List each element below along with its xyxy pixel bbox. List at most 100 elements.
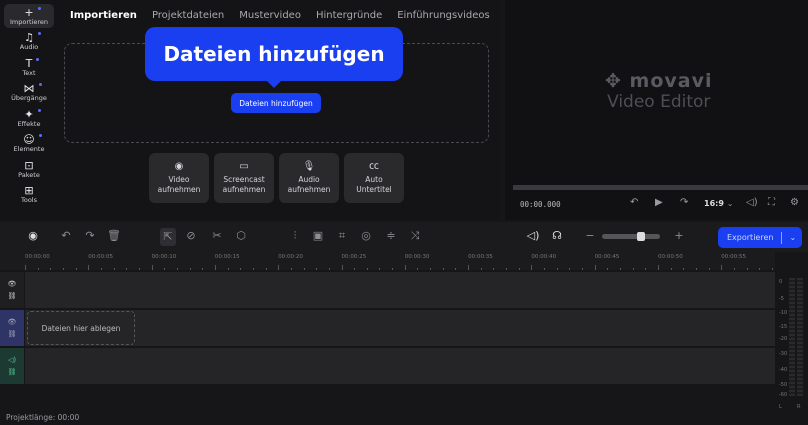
zoom-in-icon[interactable]: + (671, 229, 687, 242)
ruler-tick (126, 268, 128, 270)
captions-tool-icon[interactable]: ▣ (310, 229, 326, 242)
eye-icon[interactable]: 👁 (8, 318, 17, 326)
select-tool-icon[interactable]: ⇱ (160, 228, 176, 246)
text-icon: T (26, 57, 40, 69)
record-button-0[interactable]: ◉ Video aufnehmen (149, 153, 209, 203)
ruler-tick (417, 268, 419, 270)
track-header-1: 👁 ⛓ (0, 272, 24, 308)
ruler-tick (442, 268, 444, 270)
microphone-icon: 🎙 (302, 160, 316, 172)
undo-icon[interactable]: ↶ (58, 229, 74, 242)
movavi-logo: ✥ movavi Video Editor (605, 70, 713, 112)
meter-label: R (797, 404, 801, 410)
speed-icon[interactable]: ◎ (358, 229, 374, 242)
play-icon[interactable]: ▶ (655, 197, 663, 208)
ruler-tick (113, 268, 115, 270)
meter-bar-left (789, 278, 795, 396)
zoom-out-icon[interactable]: − (582, 229, 598, 242)
link-icon[interactable]: ⛓ (8, 368, 17, 376)
tab-0[interactable]: Importieren (70, 10, 137, 21)
transition-tool-icon[interactable]: ⤨ (407, 229, 423, 243)
ruler-tick (759, 268, 761, 270)
logo-mark-icon: ✥ (605, 70, 630, 92)
record-label-line1: Auto (365, 174, 383, 184)
sidebar-item-2[interactable]: T Text (4, 55, 54, 79)
preview-scrubber[interactable] (513, 185, 808, 190)
tab-1[interactable]: Projektdateien (152, 10, 224, 21)
track-header-3: ◁) ⛓ (0, 348, 24, 384)
ruler-tick (202, 268, 204, 270)
track-header-2: 👁 ⛓ (0, 310, 24, 346)
volume-icon[interactable]: ◁) (746, 197, 758, 208)
step-back-icon[interactable]: ↶ (630, 197, 638, 208)
ruler-tick (227, 268, 229, 270)
settings-icon[interactable]: ⚙ (790, 197, 799, 208)
ruler-label: 00:00:15 (214, 254, 240, 260)
logo-brand: movavi (629, 70, 713, 92)
record-button-3[interactable]: ㏄ Auto Untertitel (344, 153, 404, 203)
meter-label: -30 (779, 351, 788, 357)
ruler-tick (366, 268, 368, 270)
tab-2[interactable]: Mustervideo (239, 10, 301, 21)
export-button[interactable]: Exportieren ⌄ (718, 227, 802, 248)
record-button-1[interactable]: ▭ Screencast aufnehmen (214, 153, 274, 203)
meter-label: -15 (779, 324, 788, 330)
trash-icon[interactable]: 🗑 (106, 229, 122, 242)
sidebar-item-3[interactable]: ⋈ Übergänge (4, 81, 54, 105)
tab-4[interactable]: Einführungsvideos (397, 10, 490, 21)
sidebar-item-4[interactable]: ✦ Effekte (4, 106, 54, 130)
timeline-track-3[interactable] (25, 348, 775, 384)
record-label-line2: aufnehmen (222, 184, 266, 194)
cut-icon[interactable]: ✂ (209, 229, 225, 242)
marker-icon[interactable]: ⬡ (233, 229, 249, 242)
ruler-tick (354, 268, 356, 270)
add-files-tooltip: Dateien hinzufügen (145, 27, 403, 88)
sidebar-item-7[interactable]: ⊞ Tools (4, 183, 54, 207)
link-icon[interactable]: ⛓ (8, 330, 17, 338)
meter-label: 0 (779, 279, 783, 285)
zoom-slider[interactable] (602, 234, 660, 239)
audio-wave-icon[interactable]: ⫶ (287, 229, 303, 243)
link-icon[interactable]: ⛓ (8, 292, 17, 300)
ruler-tick (658, 265, 659, 270)
ruler-tick (25, 265, 26, 270)
ruler-tick (404, 265, 406, 270)
sidebar-item-1[interactable]: ♫ Audio (4, 30, 54, 54)
record-icon[interactable]: ◉ (25, 229, 41, 242)
timeline-ruler[interactable]: 00:00:00 00:00:05 00:00:10 00:00:15 00:00:20… (0, 252, 775, 270)
ruler-tick (556, 268, 558, 270)
add-files-button[interactable]: Dateien hinzufügen (231, 93, 321, 113)
adjust-icon[interactable]: ≑ (383, 229, 399, 242)
sidebar-item-0[interactable]: + Importieren (4, 4, 54, 28)
speaker-icon[interactable]: ◁) (8, 356, 16, 364)
ruler-tick (746, 268, 748, 270)
new-badge (37, 108, 41, 112)
zoom-slider-handle[interactable] (637, 232, 645, 241)
meter-label: -10 (779, 310, 788, 316)
ruler-tick (278, 265, 280, 270)
meter-label: L (779, 404, 782, 410)
ruler-label: 00:00:35 (468, 254, 493, 260)
screen-icon: ▭ (239, 160, 249, 172)
timeline-track-1[interactable] (25, 272, 775, 308)
crop-icon[interactable]: ⌗ (334, 229, 350, 243)
sidebar-item-5[interactable]: ☺ Elemente (4, 132, 54, 156)
eye-icon[interactable]: 👁 (8, 280, 17, 288)
tab-3[interactable]: Hintergründe (316, 10, 382, 21)
record-label-line1: Audio (298, 174, 320, 184)
aspect-ratio-select[interactable]: 16:9 ⌄ (704, 199, 733, 208)
ruler-tick (75, 268, 77, 270)
chevron-down-icon[interactable]: ⌄ (789, 233, 796, 242)
voice-icon[interactable]: ☊ (549, 229, 565, 242)
ruler-tick (468, 265, 470, 270)
media-tabs: Importieren Projektdateien Mustervideo Hint… (70, 10, 505, 21)
audio-detach-icon[interactable]: ◁) (525, 229, 541, 242)
drop-files-zone[interactable]: Dateien hier ablegen (27, 311, 135, 345)
step-forward-icon[interactable]: ↷ (680, 197, 688, 208)
timeline-track-2[interactable] (25, 310, 775, 346)
sidebar-item-6[interactable]: ⊡ Pakete (4, 157, 54, 181)
fullscreen-icon[interactable]: ⛶ (768, 197, 775, 208)
razor-disable-icon[interactable]: ⊘ (183, 229, 199, 242)
record-button-2[interactable]: 🎙 Audio aufnehmen (279, 153, 339, 203)
redo-icon[interactable]: ↷ (82, 229, 98, 242)
